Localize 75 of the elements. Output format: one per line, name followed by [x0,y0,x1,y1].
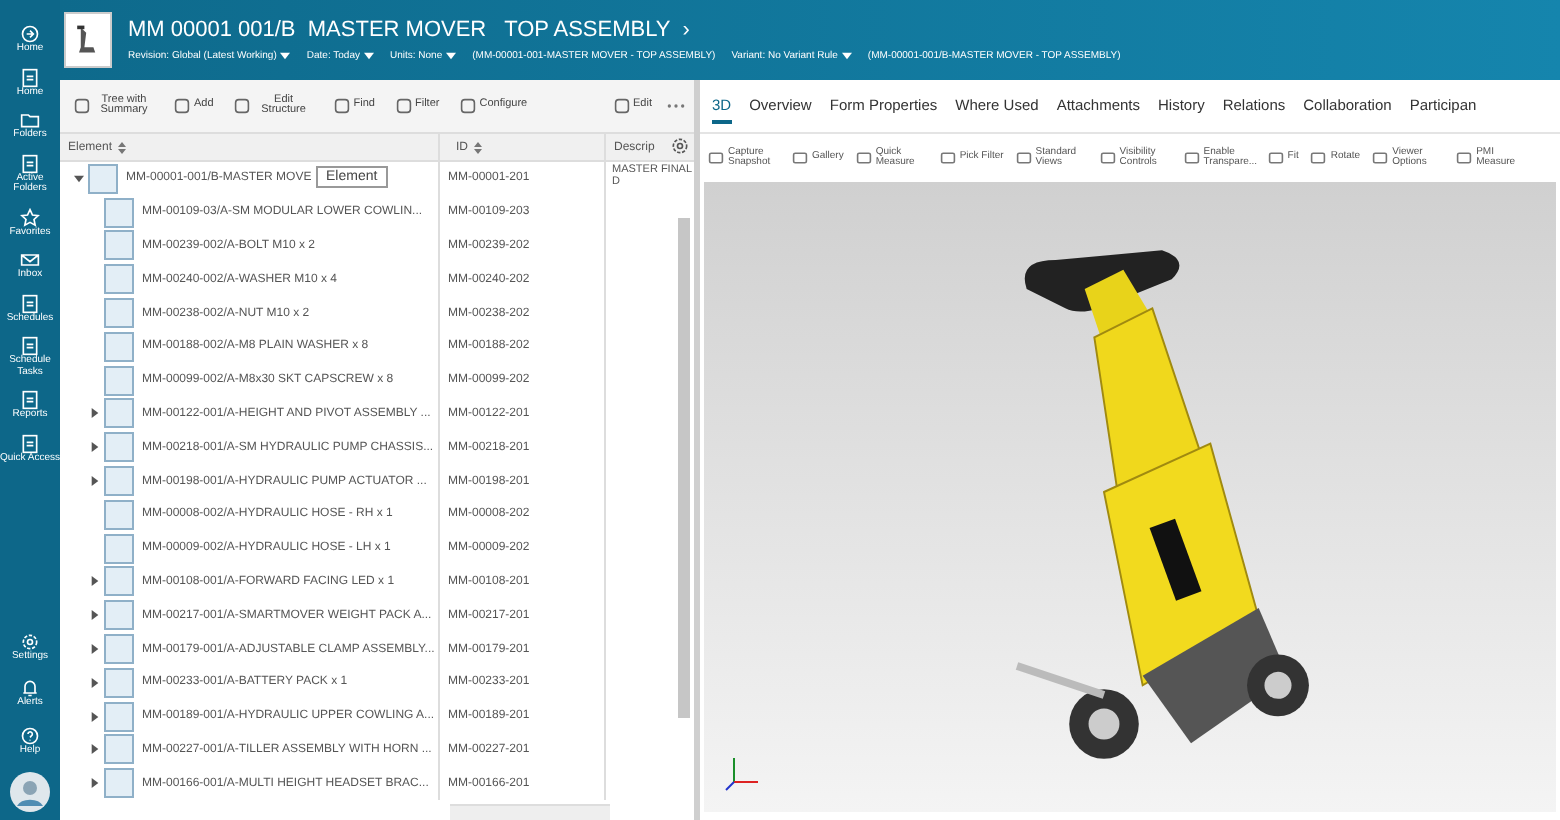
document-icon [20,153,40,173]
part-thumbnail [104,634,134,665]
expand-icon[interactable] [89,644,99,655]
vertical-scrollbar[interactable] [678,218,690,718]
settings-icon[interactable] [670,136,690,156]
sort-icon[interactable] [118,141,127,153]
part-thumbnail [104,600,134,631]
star-icon [20,207,40,227]
part-thumbnail [104,264,134,295]
caret-icon [446,52,457,60]
part-thumbnail [104,566,134,597]
chevron-icon[interactable]: › [682,18,690,42]
bell-icon [20,678,40,698]
envelope-icon [20,250,40,270]
part-thumbnail [104,533,134,564]
toolbar-icon [174,98,190,114]
tool-icon [1015,150,1032,166]
part-thumbnail [104,432,134,463]
page-title: MM 00001 001/B MASTER MOVER TOP ASSEMBLY [128,18,671,42]
toolbar-icon [613,98,630,114]
document-icon [20,390,40,410]
tool-icon [1099,150,1116,166]
expand-icon[interactable] [89,744,99,755]
tool-icon [1372,150,1389,166]
toolbar-icon [395,98,411,114]
caret-icon [363,52,374,60]
toolbar-icon [459,98,476,114]
expand-icon[interactable] [89,711,99,722]
part-thumbnail [104,768,134,799]
document-icon [20,67,40,87]
arrow-circle-icon [20,24,40,44]
part-thumbnail [104,365,134,396]
toolbar-icon [233,98,250,114]
tool-icon [1267,150,1284,166]
3d-viewport[interactable] [704,182,1556,812]
tool-icon [855,150,872,166]
caret-icon [280,52,291,60]
toolbar-icon [333,98,350,114]
more-icon[interactable] [666,102,686,110]
product-thumbnail [64,12,112,68]
part-thumbnail [104,197,134,228]
folder-icon [20,110,40,130]
sort-icon[interactable] [474,141,482,153]
avatar-icon[interactable] [10,772,50,812]
expand-icon[interactable] [89,610,99,621]
part-thumbnail [104,499,134,530]
help-icon [20,725,40,745]
tool-icon [792,150,808,166]
tool-icon [1310,150,1327,166]
expand-icon[interactable] [89,576,99,587]
part-thumbnail [104,398,134,429]
settings-icon [20,631,40,651]
horizontal-scrollbar[interactable] [450,804,610,820]
part-thumbnail [88,163,118,194]
part-thumbnail [104,230,134,261]
tool-icon [1183,150,1200,166]
part-thumbnail [104,466,134,497]
caret-icon [841,52,852,60]
axis-triad-icon [724,752,764,792]
expand-icon[interactable] [89,408,99,419]
tool-icon [939,150,956,166]
expand-icon[interactable] [89,778,99,789]
part-thumbnail [104,298,134,329]
part-thumbnail [104,331,134,362]
tool-icon [708,150,724,166]
part-thumbnail [104,734,134,765]
expand-icon[interactable] [89,476,99,487]
tool-icon [1456,150,1473,166]
part-thumbnail [104,701,134,732]
expand-icon[interactable] [89,677,99,688]
collapse-icon[interactable] [73,173,83,184]
document-icon [20,433,40,453]
toolbar-icon [74,98,90,114]
expand-icon[interactable] [89,442,99,453]
part-thumbnail [104,667,134,698]
